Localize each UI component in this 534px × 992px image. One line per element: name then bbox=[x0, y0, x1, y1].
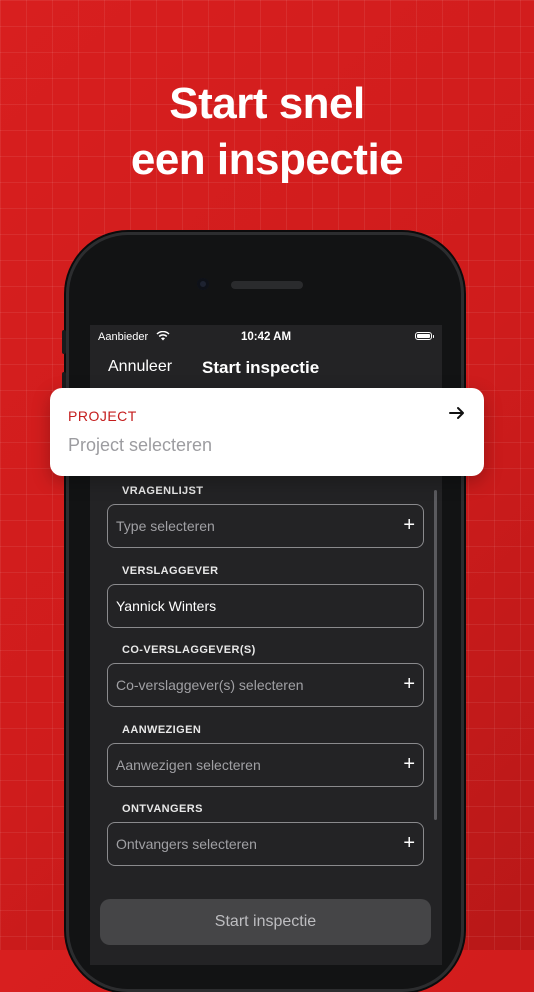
navigation-bar: Annuleer Start inspectie bbox=[90, 351, 442, 391]
earpiece-speaker bbox=[231, 281, 303, 289]
field-value: Ontvangers selecteren bbox=[116, 836, 257, 852]
project-label: PROJECT bbox=[68, 408, 137, 424]
status-bar: Aanbieder 10:42 AM bbox=[90, 325, 442, 351]
field-value: Yannick Winters bbox=[116, 598, 217, 614]
plus-icon[interactable]: + bbox=[403, 831, 415, 855]
battery-icon bbox=[415, 332, 434, 340]
plus-icon[interactable]: + bbox=[403, 513, 415, 537]
plus-icon[interactable]: + bbox=[403, 752, 415, 776]
arrow-right-icon[interactable] bbox=[448, 404, 466, 422]
plus-icon[interactable]: + bbox=[403, 672, 415, 696]
field-value: Aanwezigen selecteren bbox=[116, 757, 261, 773]
aanwezigen-select[interactable]: Aanwezigen selecteren + bbox=[107, 743, 424, 787]
vragenlijst-select[interactable]: Type selecteren + bbox=[107, 504, 424, 548]
field-label-aanwezigen: AANWEZIGEN bbox=[122, 724, 202, 736]
field-label-co-verslaggevers: CO-VERSLAGGEVER(S) bbox=[122, 644, 256, 656]
start-inspection-button[interactable]: Start inspectie bbox=[100, 899, 431, 945]
field-label-verslaggever: VERSLAGGEVER bbox=[122, 565, 219, 577]
phone-side-button bbox=[62, 330, 66, 354]
field-label-vragenlijst: VRAGENLIJST bbox=[122, 485, 204, 497]
project-placeholder: Project selecteren bbox=[68, 435, 213, 455]
page-title: Start inspectie bbox=[202, 358, 320, 377]
ontvangers-select[interactable]: Ontvangers selecteren + bbox=[107, 822, 424, 866]
scrollbar[interactable] bbox=[434, 490, 437, 820]
headline-line-1: Start snel bbox=[169, 79, 365, 128]
marketing-headline: Start snel een inspectie bbox=[0, 76, 534, 188]
front-camera bbox=[197, 278, 209, 290]
headline-line-2: een inspectie bbox=[130, 135, 404, 184]
verslaggever-field[interactable]: Yannick Winters bbox=[107, 584, 424, 628]
cancel-button[interactable]: Annuleer bbox=[108, 358, 172, 376]
project-select-card[interactable]: PROJECT Project selecteren bbox=[50, 388, 484, 476]
field-value: Type selecteren bbox=[116, 518, 215, 534]
status-time: 10:42 AM bbox=[240, 331, 292, 343]
co-verslaggevers-select[interactable]: Co-verslaggever(s) selecteren + bbox=[107, 663, 424, 707]
field-value: Co-verslaggever(s) selecteren bbox=[116, 677, 304, 693]
field-label-ontvangers: ONTVANGERS bbox=[122, 803, 203, 815]
